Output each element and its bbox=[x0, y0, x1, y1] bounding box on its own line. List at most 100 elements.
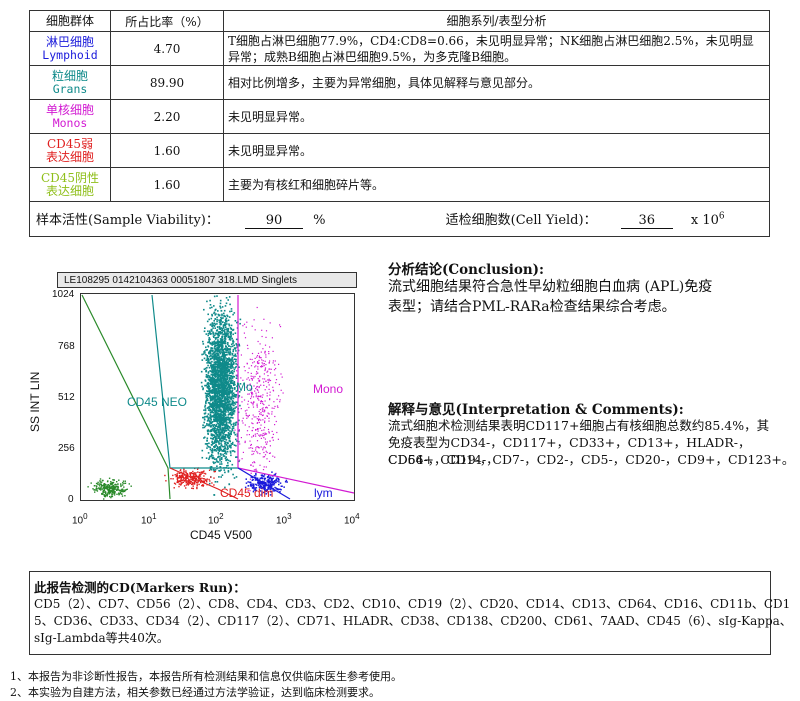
scatter-dot bbox=[224, 447, 227, 450]
scatter-dot bbox=[221, 345, 224, 347]
scatter-dot bbox=[103, 483, 105, 485]
scatter-dot bbox=[115, 484, 117, 486]
scatter-dot bbox=[256, 405, 258, 407]
scatter-dot bbox=[272, 362, 274, 364]
scatter-dot bbox=[112, 484, 114, 487]
scatter-dot bbox=[221, 382, 223, 384]
scatter-dot bbox=[213, 357, 216, 359]
scatter-dot bbox=[274, 424, 276, 426]
scatter-dot bbox=[186, 477, 189, 479]
scatter-dot bbox=[87, 486, 89, 488]
scatter-dot bbox=[207, 364, 209, 367]
scatter-dot bbox=[214, 446, 216, 448]
scatter-dot bbox=[258, 410, 260, 413]
row-desc: 相对比例增多，主要为异常细胞，具体见解释与意见部分。 bbox=[223, 65, 770, 100]
scatter-dot bbox=[222, 429, 224, 431]
scatter-dot bbox=[207, 378, 210, 380]
scatter-dot bbox=[233, 402, 235, 404]
scatter-dot bbox=[271, 481, 273, 483]
scatter-dot bbox=[244, 337, 247, 339]
scatter-dot bbox=[266, 392, 268, 394]
scatter-dot bbox=[211, 325, 213, 328]
scatter-dot bbox=[278, 363, 280, 365]
scatter-dot bbox=[225, 361, 228, 363]
plot-title: LE108295 0142104363 00051807 318.LMD Sin… bbox=[57, 272, 357, 288]
scatter-dot bbox=[256, 418, 258, 420]
scatter-dot bbox=[219, 438, 221, 441]
scatter-dot bbox=[222, 361, 224, 363]
scatter-dot bbox=[230, 332, 232, 334]
scatter-dot bbox=[204, 408, 207, 410]
scatter-dot bbox=[249, 481, 252, 484]
y-tick: 0 bbox=[68, 494, 74, 505]
scatter-dot bbox=[232, 363, 235, 366]
scatter-dot bbox=[260, 446, 262, 448]
scatter-dot bbox=[215, 418, 218, 420]
scatter-dot bbox=[220, 440, 223, 443]
scatter-dot bbox=[211, 383, 214, 386]
scatter-dot bbox=[110, 496, 112, 499]
scatter-dot bbox=[211, 410, 213, 412]
scatter-dot bbox=[222, 427, 224, 429]
scatter-dot bbox=[269, 372, 272, 374]
interpretation-title: 解释与意见(Interpretation & Comments): bbox=[388, 402, 684, 418]
scatter-dot bbox=[224, 410, 226, 413]
scatter-dot bbox=[262, 469, 265, 471]
scatter-dot bbox=[239, 404, 241, 407]
scatter-dot bbox=[198, 475, 200, 477]
row-desc-cell: T细胞占淋巴细胞77.9%，CD4:CD8=0.66，未见明显异常；NK细胞占淋… bbox=[223, 31, 770, 66]
scatter-dot bbox=[209, 392, 211, 394]
row-name: 粒细胞 bbox=[51, 68, 88, 83]
scatter-dot bbox=[268, 361, 270, 364]
scatter-dot bbox=[257, 368, 259, 370]
scatter-dot bbox=[232, 375, 235, 378]
scatter-dot bbox=[256, 403, 258, 405]
scatter-dot bbox=[267, 381, 269, 384]
viability-cell: 样本活性(Sample Viability)： 90 % 适检细胞数(Cell … bbox=[29, 201, 770, 237]
scatter-dot bbox=[210, 347, 212, 350]
scatter-dot bbox=[278, 383, 280, 386]
scatter-dot bbox=[165, 480, 167, 482]
scatter-dot bbox=[213, 424, 216, 426]
scatter-dot bbox=[220, 310, 223, 312]
scatter-dot bbox=[250, 447, 252, 449]
scatter-dot bbox=[251, 429, 253, 432]
scatter-dot bbox=[251, 479, 254, 481]
scatter-dot bbox=[213, 494, 215, 496]
scatter-dot bbox=[177, 472, 179, 474]
scatter-dot bbox=[208, 366, 211, 369]
scatter-dot bbox=[226, 408, 228, 411]
scatter-dot bbox=[205, 333, 208, 335]
scatter-dot bbox=[164, 474, 166, 477]
scatter-dot bbox=[225, 428, 227, 430]
scatter-dot bbox=[231, 395, 233, 398]
scatter-dot bbox=[245, 414, 247, 416]
scatter-dot bbox=[211, 368, 213, 370]
scatter-dot bbox=[245, 478, 247, 480]
scatter-dot bbox=[223, 431, 226, 433]
scatter-dot bbox=[209, 405, 212, 408]
scatter-dot bbox=[226, 391, 228, 394]
scatter-dot bbox=[198, 471, 201, 474]
scatter-dot bbox=[256, 440, 259, 442]
scatter-dot bbox=[210, 366, 213, 369]
scatter-dot bbox=[221, 329, 224, 332]
scatter-dot bbox=[208, 337, 211, 339]
scatter-dot bbox=[229, 452, 232, 454]
viability-row: 样本活性(Sample Viability)： 90 % 适检细胞数(Cell … bbox=[29, 201, 770, 237]
scatter-dot bbox=[185, 470, 187, 472]
scatter-dot bbox=[214, 318, 217, 320]
scatter-dot bbox=[269, 322, 271, 324]
scatter-dot bbox=[239, 443, 241, 445]
scatter-dot bbox=[244, 424, 246, 426]
scatter-dot bbox=[228, 483, 231, 486]
scatter-dot bbox=[101, 481, 103, 483]
scatter-dot bbox=[225, 369, 228, 371]
scatter-dot bbox=[212, 333, 215, 335]
yield-value: 36 bbox=[620, 213, 673, 229]
scatter-dot bbox=[216, 320, 218, 323]
scatter-dot bbox=[226, 405, 229, 407]
scatter-dot bbox=[215, 370, 218, 372]
scatter-dot bbox=[198, 477, 200, 479]
scatter-dot bbox=[212, 331, 214, 334]
